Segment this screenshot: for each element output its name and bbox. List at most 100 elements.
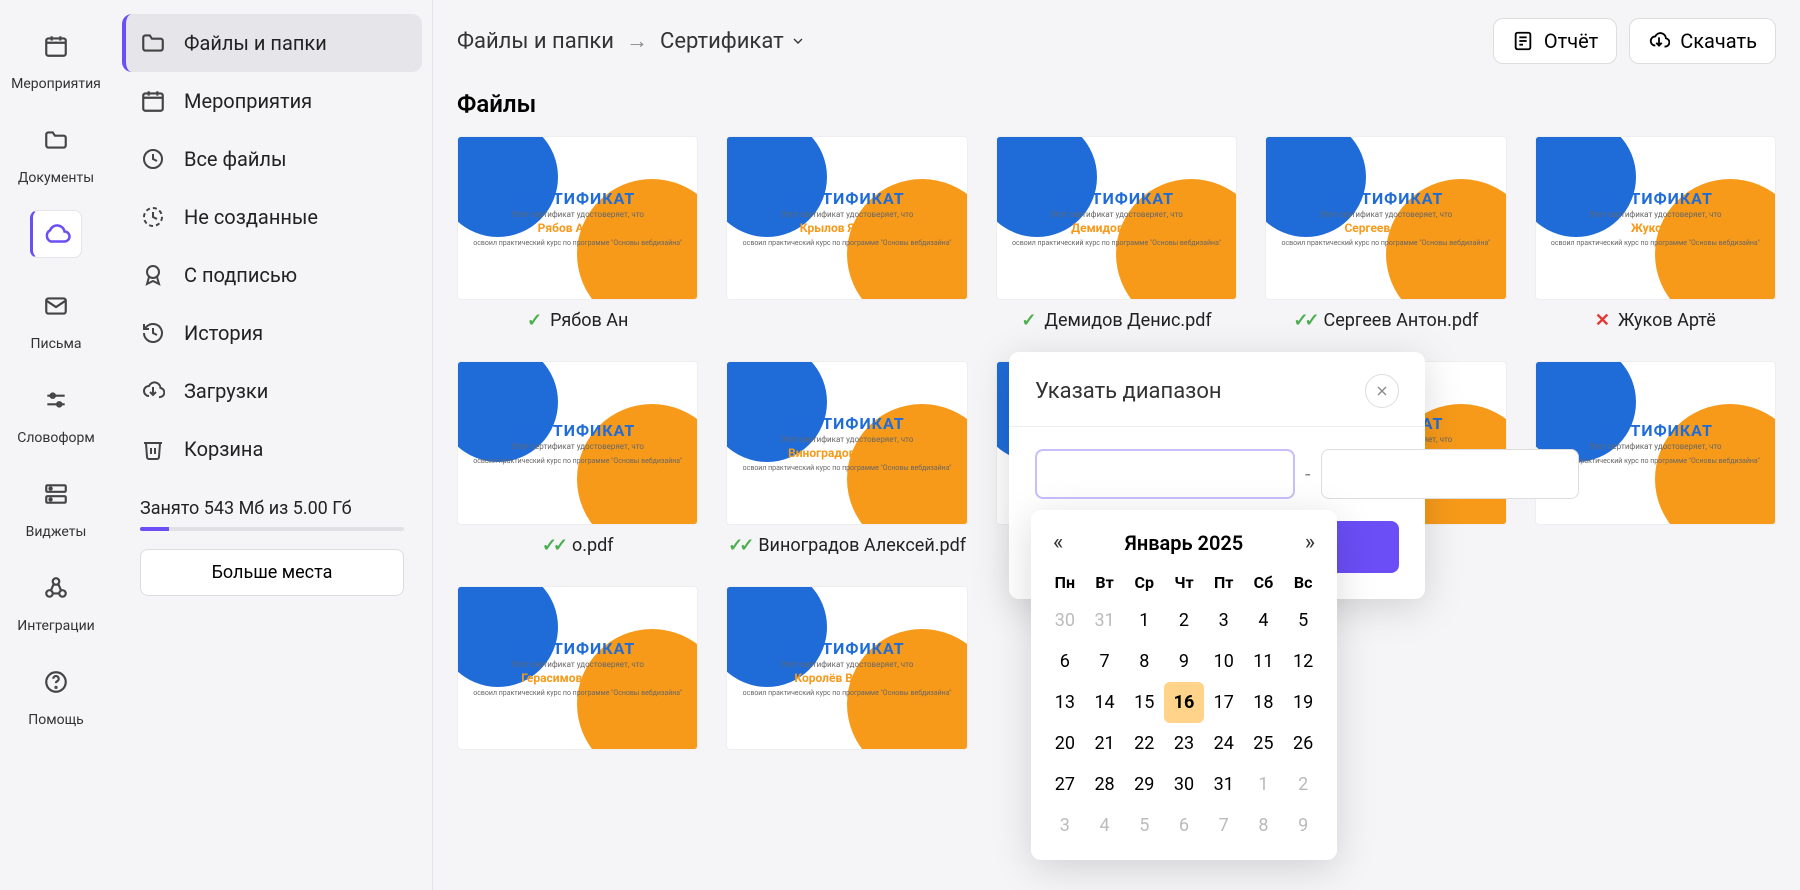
calendar-day[interactable]: 5 bbox=[1283, 600, 1323, 641]
cert-title: СЕРТИФИКАТ bbox=[789, 189, 904, 208]
calendar-day-muted[interactable]: 7 bbox=[1204, 805, 1244, 846]
calendar-day[interactable]: 30 bbox=[1164, 764, 1204, 805]
calendar-day[interactable]: 16 bbox=[1164, 682, 1204, 723]
calendar-day-muted[interactable]: 5 bbox=[1124, 805, 1164, 846]
sidebar: Файлы и папкиМероприятияВсе файлыНе созд… bbox=[112, 0, 432, 890]
calendar-day[interactable]: 6 bbox=[1045, 641, 1085, 682]
modal-close-button[interactable] bbox=[1365, 374, 1399, 408]
report-button[interactable]: Отчёт bbox=[1493, 18, 1617, 64]
calendar-day[interactable]: 28 bbox=[1085, 764, 1125, 805]
calendar-day[interactable]: 4 bbox=[1244, 600, 1284, 641]
sidebar-item[interactable]: Файлы и папки bbox=[122, 14, 422, 72]
file-card[interactable]: СЕРТИФИКАТ Этот сертификат удостоверяет,… bbox=[1535, 136, 1776, 331]
rail-item-folder[interactable]: Документы bbox=[12, 110, 100, 192]
sidebar-item[interactable]: Загрузки bbox=[122, 362, 422, 420]
calendar-day[interactable]: 3 bbox=[1204, 600, 1244, 641]
rail-item-calendar[interactable]: Мероприятия bbox=[12, 16, 100, 98]
calendar-day[interactable]: 27 bbox=[1045, 764, 1085, 805]
file-card[interactable]: СЕРТИФИКАТ Этот сертификат удостоверяет,… bbox=[726, 361, 967, 556]
calendar-day-muted[interactable]: 2 bbox=[1283, 764, 1323, 805]
rail-item-widget[interactable]: Виджеты bbox=[12, 464, 100, 546]
download-button[interactable]: Скачать bbox=[1629, 18, 1776, 64]
rail-item-mail[interactable]: Письма bbox=[12, 276, 100, 358]
calendar-day[interactable]: 25 bbox=[1244, 723, 1284, 764]
file-name-row: ✓✓o.pdf bbox=[542, 535, 614, 556]
file-card[interactable]: СЕРТИФИКАТ Этот сертификат удостоверяет,… bbox=[996, 136, 1237, 331]
calendar-day[interactable]: 22 bbox=[1124, 723, 1164, 764]
rail-item-cloud[interactable] bbox=[12, 204, 100, 264]
calendar-day-muted[interactable]: 9 bbox=[1283, 805, 1323, 846]
calendar-day[interactable]: 10 bbox=[1204, 641, 1244, 682]
rail-label: Словоформ bbox=[17, 430, 95, 446]
calendar-day[interactable]: 2 bbox=[1164, 600, 1204, 641]
breadcrumb-root[interactable]: Файлы и папки bbox=[457, 29, 614, 54]
calendar-day[interactable]: 7 bbox=[1085, 641, 1125, 682]
sidebar-item-label: История bbox=[184, 321, 263, 345]
main-area: Файлы и папки → Сертификат Отчёт Скача bbox=[432, 0, 1800, 890]
close-icon bbox=[1374, 383, 1390, 399]
date-to-input[interactable] bbox=[1321, 449, 1579, 499]
calendar-day[interactable]: 24 bbox=[1204, 723, 1244, 764]
calendar-day[interactable]: 31 bbox=[1204, 764, 1244, 805]
calendar-day[interactable]: 23 bbox=[1164, 723, 1204, 764]
calendar-dow: Пн bbox=[1045, 565, 1085, 600]
calendar-day[interactable]: 8 bbox=[1124, 641, 1164, 682]
calendar-day-muted[interactable]: 30 bbox=[1045, 600, 1085, 641]
calendar-icon bbox=[30, 22, 82, 70]
cert-desc: освоил практический курс по программе "О… bbox=[473, 457, 682, 465]
cert-person: Рябов Андрей bbox=[538, 221, 618, 235]
calendar-day[interactable]: 11 bbox=[1244, 641, 1284, 682]
section-title: Файлы bbox=[457, 90, 1776, 118]
sidebar-item[interactable]: История bbox=[122, 304, 422, 362]
calendar-day[interactable]: 14 bbox=[1085, 682, 1125, 723]
sidebar-item[interactable]: Корзина bbox=[122, 420, 422, 478]
sidebar-item[interactable]: Мероприятия bbox=[122, 72, 422, 130]
calendar-day-muted[interactable]: 4 bbox=[1085, 805, 1125, 846]
rail-item-slider[interactable]: Словоформ bbox=[12, 370, 100, 452]
calendar-day[interactable]: 9 bbox=[1164, 641, 1204, 682]
calendar-day-muted[interactable]: 6 bbox=[1164, 805, 1204, 846]
cert-subtitle: Этот сертификат удостоверяет, что bbox=[781, 435, 914, 444]
sidebar-item[interactable]: С подписью bbox=[122, 246, 422, 304]
calendar-day[interactable]: 26 bbox=[1283, 723, 1323, 764]
calendar-day[interactable]: 12 bbox=[1283, 641, 1323, 682]
calendar-day[interactable]: 29 bbox=[1124, 764, 1164, 805]
file-card[interactable]: СЕРТИФИКАТ Этот сертификат удостоверяет,… bbox=[726, 136, 967, 331]
file-thumbnail: СЕРТИФИКАТ Этот сертификат удостоверяет,… bbox=[996, 136, 1237, 300]
calendar-day[interactable]: 18 bbox=[1244, 682, 1284, 723]
cert-subtitle: Этот сертификат удостоверяет, что bbox=[1589, 210, 1722, 219]
calendar-day-muted[interactable]: 3 bbox=[1045, 805, 1085, 846]
cert-desc: освоил практический курс по программе "О… bbox=[473, 239, 682, 247]
file-card[interactable]: СЕРТИФИКАТ Этот сертификат удостоверяет,… bbox=[726, 586, 967, 750]
calendar-day[interactable]: 21 bbox=[1085, 723, 1125, 764]
calendar-prev-button[interactable]: « bbox=[1053, 530, 1063, 555]
date-from-input[interactable] bbox=[1035, 449, 1295, 499]
calendar-next-button[interactable]: » bbox=[1305, 530, 1315, 555]
calendar-day[interactable]: 15 bbox=[1124, 682, 1164, 723]
calendar-day[interactable]: 13 bbox=[1045, 682, 1085, 723]
calendar-day[interactable]: 1 bbox=[1124, 600, 1164, 641]
file-card[interactable]: СЕРТИФИКАТ Этот сертификат удостоверяет,… bbox=[457, 136, 698, 331]
sidebar-item[interactable]: Все файлы bbox=[122, 130, 422, 188]
folder-icon bbox=[140, 30, 166, 56]
file-card[interactable]: СЕРТИФИКАТ Этот сертификат удостоверяет,… bbox=[1265, 136, 1506, 331]
breadcrumb-current[interactable]: Сертификат bbox=[660, 29, 806, 54]
folder-icon bbox=[30, 116, 82, 164]
rail-item-webhook[interactable]: Интеграции bbox=[12, 558, 100, 640]
modal-title: Указать диапазон bbox=[1035, 379, 1222, 404]
file-thumbnail: СЕРТИФИКАТ Этот сертификат удостоверяет,… bbox=[1535, 136, 1776, 300]
top-actions: Отчёт Скачать bbox=[1493, 18, 1776, 64]
file-thumbnail: СЕРТИФИКАТ Этот сертификат удостоверяет,… bbox=[1265, 136, 1506, 300]
calendar-day[interactable]: 19 bbox=[1283, 682, 1323, 723]
calendar-day[interactable]: 20 bbox=[1045, 723, 1085, 764]
calendar-day-muted[interactable]: 1 bbox=[1244, 764, 1284, 805]
rail-item-help[interactable]: Помощь bbox=[12, 652, 100, 734]
file-card[interactable]: СЕРТИФИКАТ Этот сертификат удостоверяет,… bbox=[457, 361, 698, 556]
calendar-day-muted[interactable]: 8 bbox=[1244, 805, 1284, 846]
calendar-day-muted[interactable]: 31 bbox=[1085, 600, 1125, 641]
calendar-day[interactable]: 17 bbox=[1204, 682, 1244, 723]
file-thumbnail: СЕРТИФИКАТ Этот сертификат удостоверяет,… bbox=[457, 136, 698, 300]
sidebar-item[interactable]: Не созданные bbox=[122, 188, 422, 246]
file-card[interactable]: СЕРТИФИКАТ Этот сертификат удостоверяет,… bbox=[457, 586, 698, 750]
more-storage-button[interactable]: Больше места bbox=[140, 549, 404, 596]
